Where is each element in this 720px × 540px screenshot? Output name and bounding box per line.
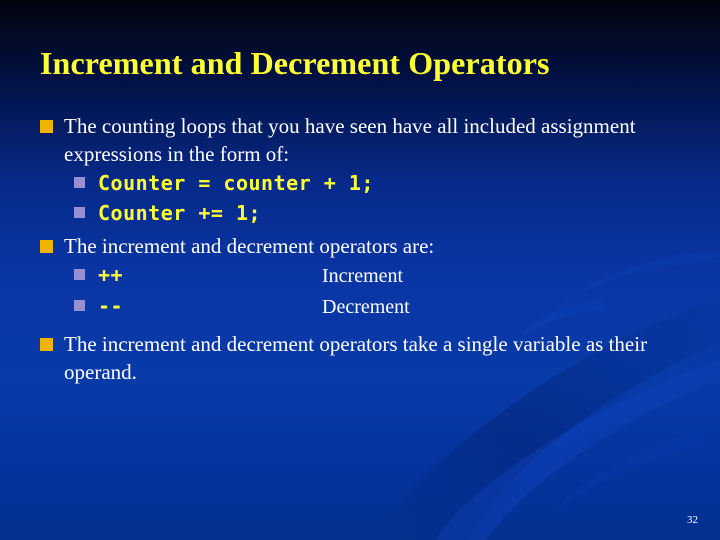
bullet-item-level1: The increment and decrement operators ta… bbox=[40, 330, 700, 386]
operator-name: Increment bbox=[322, 265, 404, 287]
bullet-item-level2: ++ Increment bbox=[74, 260, 700, 291]
bullet-code-line: Counter += 1; bbox=[98, 198, 700, 228]
bullet-code-line: Counter = counter + 1; bbox=[98, 168, 700, 198]
bullet-item-level2: Counter = counter + 1; bbox=[74, 168, 700, 198]
code-text: Counter += 1; bbox=[98, 201, 262, 225]
operator-name: Decrement bbox=[322, 296, 410, 318]
bullet-square-icon bbox=[40, 240, 53, 253]
operator-symbol: -- bbox=[98, 294, 124, 318]
bullet-text: The increment and decrement operators ta… bbox=[64, 332, 648, 384]
bullet-square-icon bbox=[40, 120, 53, 133]
sub-bullet-square-icon bbox=[74, 300, 85, 311]
sub-bullet-square-icon bbox=[74, 177, 85, 188]
bullet-item-level1: The counting loops that you have seen ha… bbox=[40, 112, 700, 168]
bullet-item-level1: The increment and decrement operators ar… bbox=[40, 232, 700, 260]
bullet-item-level2: Counter += 1; bbox=[74, 198, 700, 228]
slide-number: 32 bbox=[687, 514, 698, 526]
operator-row: -- Decrement bbox=[98, 291, 700, 322]
sub-bullet-square-icon bbox=[74, 269, 85, 280]
bullet-item-level2: -- Decrement bbox=[74, 291, 700, 322]
bullet-text: The increment and decrement operators ar… bbox=[64, 234, 435, 258]
code-text: Counter = counter + 1; bbox=[98, 171, 374, 195]
operator-row: ++ Increment bbox=[98, 260, 700, 291]
presentation-slide: Increment and Decrement Operators The co… bbox=[0, 0, 720, 540]
slide-body: The counting loops that you have seen ha… bbox=[40, 112, 700, 386]
sub-bullet-square-icon bbox=[74, 207, 85, 218]
operator-symbol: ++ bbox=[98, 263, 124, 287]
bullet-square-icon bbox=[40, 338, 53, 351]
bullet-text: The counting loops that you have seen ha… bbox=[64, 114, 636, 166]
slide-title: Increment and Decrement Operators bbox=[40, 45, 550, 81]
